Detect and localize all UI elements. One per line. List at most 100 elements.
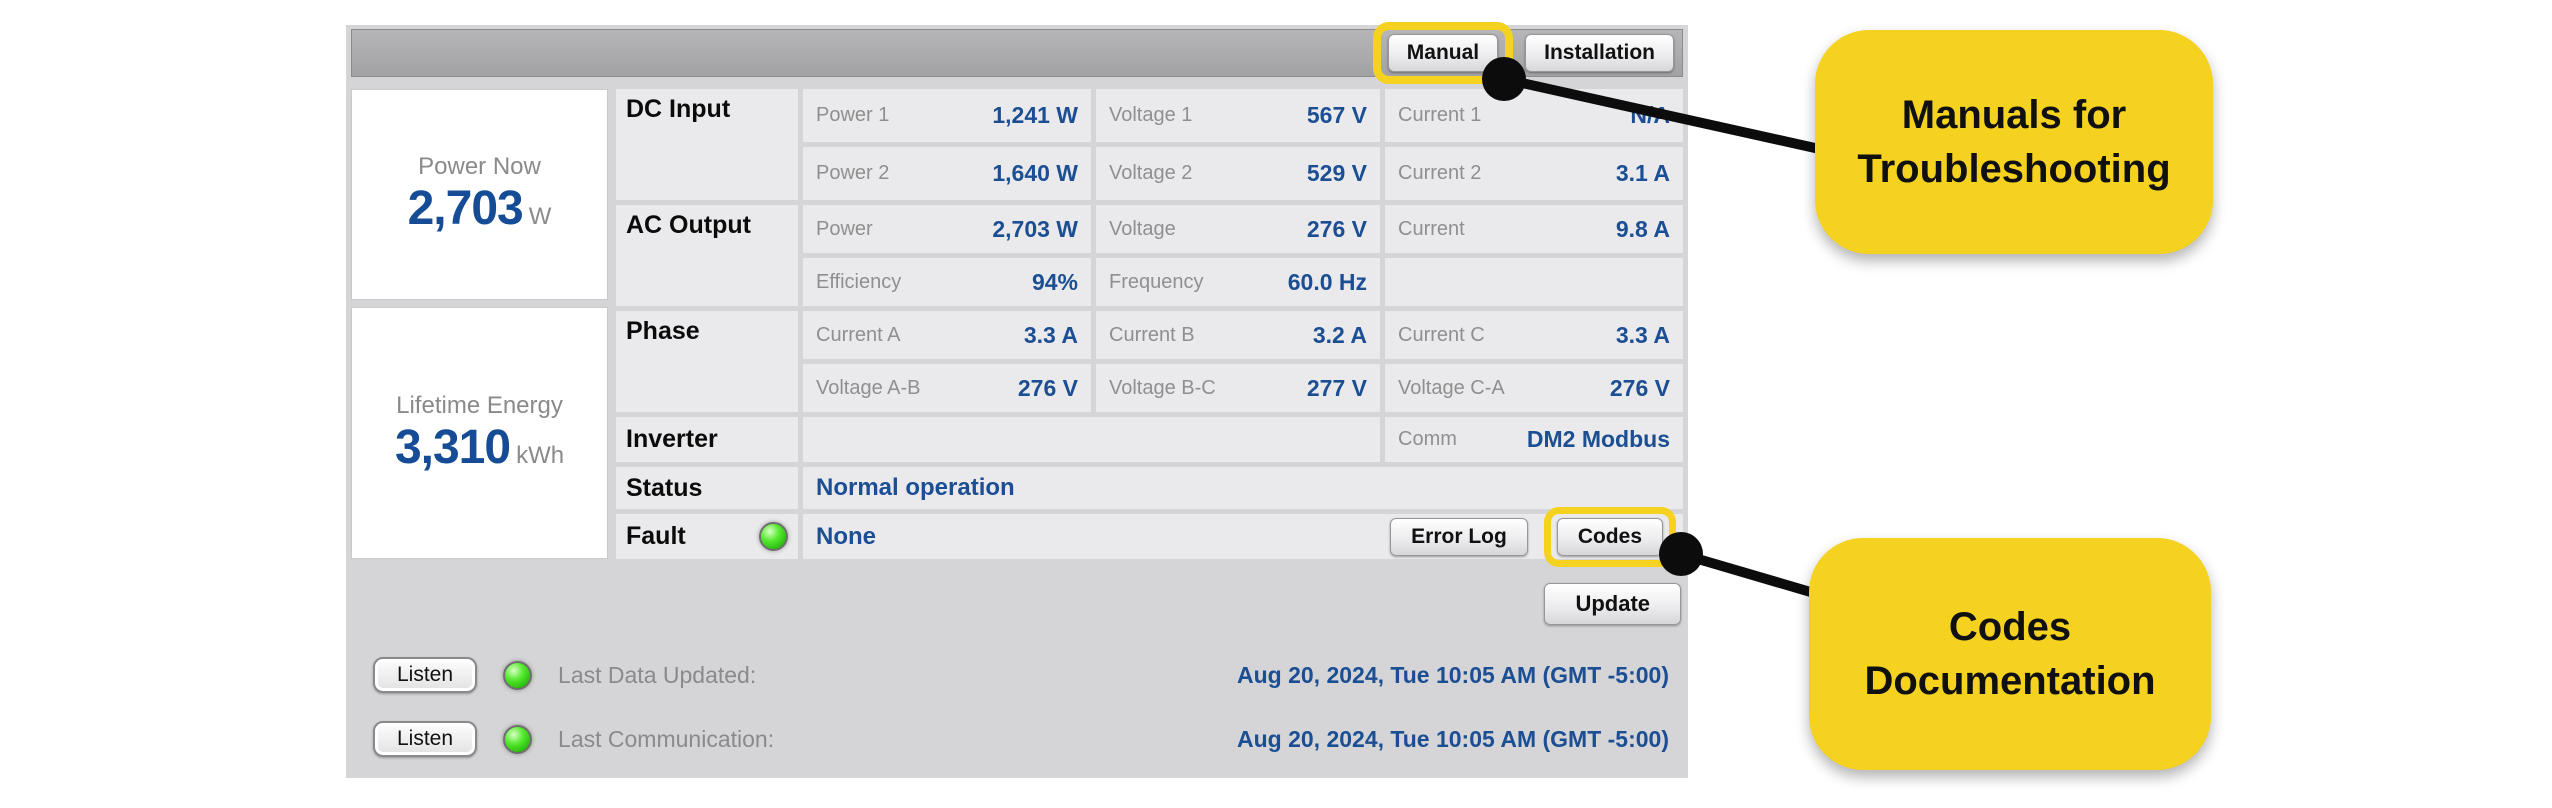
cell-value: 529 V	[1306, 160, 1367, 186]
cell-value: 1,640 W	[992, 160, 1078, 186]
cell-power-1: Power 1 1,241 W	[803, 89, 1091, 142]
cell-label: Voltage B-C	[1109, 376, 1216, 399]
cell-label: Power 2	[816, 162, 890, 184]
cell-voltage-bc: Voltage B-C 277 V	[1096, 364, 1380, 412]
cell-label: Frequency	[1109, 270, 1204, 293]
update-button[interactable]: Update	[1544, 583, 1681, 625]
cell-power-2: Power 2 1,640 W	[803, 147, 1091, 200]
update-row: Update	[351, 583, 1683, 625]
codes-button[interactable]: Codes	[1556, 517, 1663, 556]
last-data-updated-timestamp: Aug 20, 2024, Tue 10:05 AM (GMT -5:00)	[1236, 661, 1669, 688]
cell-frequency: Frequency 60.0 Hz	[1096, 258, 1380, 306]
last-communication-label: Last Communication:	[558, 725, 775, 752]
cell-value: 9.8 A	[1615, 215, 1670, 242]
section-phase: Phase	[616, 311, 798, 412]
last-communication-row: Listen Last Communication: Aug 20, 2024,…	[351, 721, 1683, 757]
cell-value: 60.0 Hz	[1287, 268, 1367, 295]
cell-label: Voltage 2	[1109, 162, 1193, 184]
lifetime-energy-unit: kWh	[516, 441, 565, 469]
inverter-status-panel: Manual Installation Power Now 2,703 W Li…	[346, 22, 1688, 778]
fault-label: Fault	[626, 522, 686, 550]
cell-voltage-ca: Voltage C-A 276 V	[1385, 364, 1683, 412]
manuals-callout-bubble: Manuals for Troubleshooting	[1815, 30, 2213, 254]
cell-label: Current	[1398, 217, 1465, 240]
cell-ac-current: Current 9.8 A	[1385, 205, 1683, 253]
cell-value: 277 V	[1306, 374, 1367, 401]
listen-data-button[interactable]: Listen	[373, 657, 478, 693]
error-log-button[interactable]: Error Log	[1390, 517, 1528, 556]
cell-value: 94%	[1031, 268, 1078, 295]
cell-value: 3.1 A	[1615, 160, 1670, 186]
cell-value: 567 V	[1306, 102, 1367, 128]
cell-comm: Comm DM2 Modbus	[1385, 417, 1683, 462]
cell-value: 276 V	[1017, 374, 1078, 401]
lifetime-energy-card: Lifetime Energy 3,310 kWh	[351, 307, 608, 559]
cell-value: 276 V	[1306, 215, 1367, 242]
section-status: Status	[616, 467, 798, 509]
power-now-unit: W	[528, 203, 552, 230]
cell-value: 2,703 W	[992, 215, 1078, 242]
cell-label: Comm	[1398, 428, 1457, 450]
data-ok-led-icon	[503, 660, 533, 690]
codes-highlight-ring: Codes	[1543, 506, 1676, 567]
manual-highlight-ring: Manual	[1372, 22, 1514, 84]
lifetime-energy-value: 3,310	[394, 420, 511, 474]
comm-ok-led-icon	[503, 724, 533, 754]
section-fault: Fault	[616, 514, 798, 559]
cell-label: Voltage 1	[1109, 104, 1193, 126]
section-ac-output: AC Output	[616, 205, 798, 306]
cell-label: Voltage A-B	[816, 376, 921, 399]
fault-ok-led-icon	[759, 522, 788, 551]
installation-button[interactable]: Installation	[1525, 34, 1674, 72]
cell-status-value: Normal operation	[803, 467, 1683, 509]
panel-content: Power Now 2,703 W Lifetime Energy 3,310 …	[351, 89, 1683, 567]
cell-voltage-1: Voltage 1 567 V	[1096, 89, 1380, 142]
lifetime-energy-title: Lifetime Energy	[396, 391, 563, 419]
cell-ac-voltage: Voltage 276 V	[1096, 205, 1380, 253]
cell-current-1: Current 1 N/A	[1385, 89, 1683, 142]
listen-comm-button[interactable]: Listen	[373, 721, 478, 757]
cell-current-2: Current 2 3.1 A	[1385, 147, 1683, 200]
last-data-updated-label: Last Data Updated:	[558, 661, 757, 688]
cell-current-b: Current B 3.2 A	[1096, 311, 1380, 359]
cell-voltage-2: Voltage 2 529 V	[1096, 147, 1380, 200]
cell-empty	[1385, 258, 1683, 306]
codes-callout-line	[1679, 549, 1816, 598]
power-now-card: Power Now 2,703 W	[351, 89, 608, 300]
cell-value: 3.2 A	[1312, 321, 1367, 348]
section-dc-input: DC Input	[616, 89, 798, 200]
cell-value: 276 V	[1609, 374, 1670, 401]
cell-label: Voltage C-A	[1398, 376, 1505, 399]
cell-label: Power	[816, 217, 873, 240]
panel-toolbar: Manual Installation	[351, 22, 1683, 84]
cell-voltage-ab: Voltage A-B 276 V	[803, 364, 1091, 412]
cell-value: N/A	[1630, 102, 1670, 128]
last-communication-timestamp: Aug 20, 2024, Tue 10:05 AM (GMT -5:00)	[1236, 725, 1669, 752]
status-text: Normal operation	[816, 474, 1015, 501]
cell-label: Efficiency	[816, 270, 902, 293]
cell-value: 3.3 A	[1615, 321, 1670, 348]
section-inverter: Inverter	[616, 417, 798, 462]
cell-value: 1,241 W	[992, 102, 1078, 128]
codes-callout-bubble: Codes Documentation	[1809, 538, 2211, 770]
power-now-value: 2,703	[407, 182, 524, 235]
cell-ac-power: Power 2,703 W	[803, 205, 1091, 253]
fault-text: None	[816, 522, 876, 550]
last-data-updated-row: Listen Last Data Updated: Aug 20, 2024, …	[351, 657, 1683, 693]
cell-value: DM2 Modbus	[1526, 426, 1670, 452]
cell-current-a: Current A 3.3 A	[803, 311, 1091, 359]
cell-label: Current C	[1398, 323, 1485, 346]
cell-label: Current B	[1109, 323, 1195, 346]
cell-inverter-empty	[803, 417, 1380, 462]
cell-label: Current 2	[1398, 162, 1482, 184]
cell-value: 3.3 A	[1023, 321, 1078, 348]
readings-table: DC Input AC Output Phase Inverter Status…	[616, 89, 1683, 567]
manual-button[interactable]: Manual	[1387, 34, 1499, 72]
cell-efficiency: Efficiency 94%	[803, 258, 1091, 306]
cell-label: Power 1	[816, 104, 890, 126]
cell-current-c: Current C 3.3 A	[1385, 311, 1683, 359]
power-now-title: Power Now	[418, 153, 541, 180]
cell-label: Voltage	[1109, 217, 1176, 240]
cell-fault-value: None Error Log Codes	[803, 506, 1683, 567]
screenshot-stage: Manual Installation Power Now 2,703 W Li…	[0, 0, 2552, 808]
